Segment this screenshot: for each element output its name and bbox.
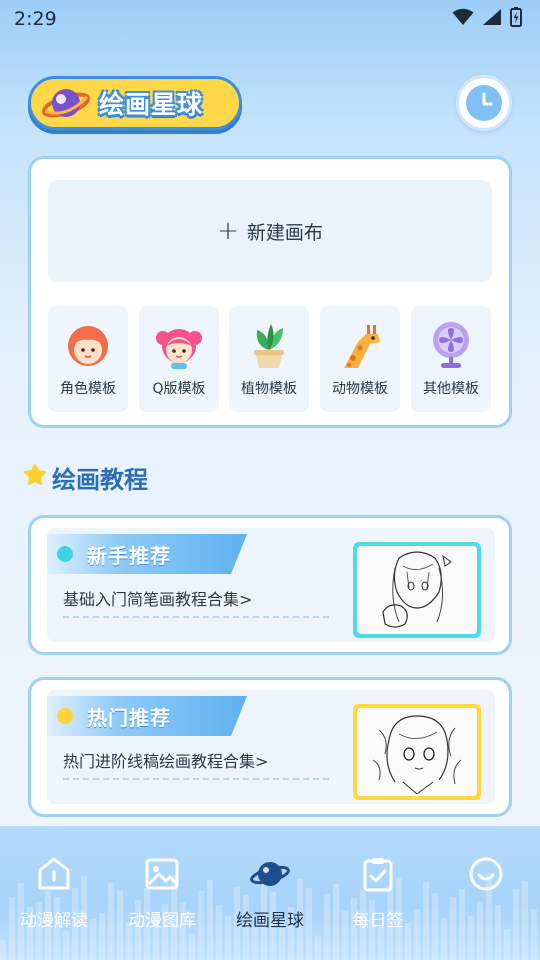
history-button[interactable] [456,75,512,131]
tutorial-thumbnail[interactable] [353,704,481,800]
template-plant[interactable]: 植物模板 [229,306,309,412]
equalizer-bar [378,926,384,960]
nav-label: 动漫解读 [20,911,88,931]
equalizer-bar [63,931,69,960]
template-label: 植物模板 [241,381,297,397]
equalizer-bar [189,933,195,960]
nav-label: 每日签 [352,911,404,931]
new-canvas-label: 新建画布 [246,221,323,244]
template-animal[interactable]: 动物模板 [320,306,400,412]
planet-icon [250,862,290,886]
equalizer-bar [468,916,474,960]
new-canvas-button[interactable]: + 新建画布 [48,180,492,282]
plus-icon: + [217,216,239,246]
section-title: 绘画教程 [52,466,148,494]
girl-face-icon [68,326,108,366]
equalizer-bar [495,905,501,960]
tutorial-tag: 新手推荐 [87,543,171,568]
clipboard-check-icon [363,858,393,892]
tutorial-link[interactable]: 热门进阶线稿绘画教程合集> [63,748,268,772]
clock-icon [466,85,502,121]
line-art-girl-image [359,548,475,632]
planet-astronaut-icon [41,89,91,118]
equalizer-bar [450,897,456,960]
tutorial-card-popular[interactable]: 热门推荐 热门进阶线稿绘画教程合集> [28,677,512,817]
signal-icon [483,9,501,25]
equalizer-bar [477,900,483,960]
nav-item-daily-sign[interactable]: 每日签 [324,854,432,931]
bottom-nav: 动漫解读 动漫图库 绘画星球 每日签 [0,826,540,960]
equalizer-bar [0,940,6,960]
tutorial-card-body: 新手推荐 基础入门简笔画教程合集> [47,528,495,642]
tutorial-card-beginner[interactable]: 新手推荐 基础入门简笔画教程合集> [28,515,512,655]
chibi-face-icon [156,329,202,369]
tutorial-thumbnail[interactable] [353,542,481,638]
equalizer-bar [441,918,447,960]
star-icon [24,464,46,485]
battery-icon [510,7,522,27]
smile-icon [469,857,503,891]
nav-label: 绘画星球 [236,911,304,931]
template-other[interactable]: 其他模板 [411,306,491,412]
equalizer-bar [315,935,321,960]
app-title: 绘画星球 [99,90,204,119]
tag-dot [57,708,73,724]
status-bar: 2:29 [0,0,540,38]
tutorial-link[interactable]: 基础入门简笔画教程合集> [63,586,252,610]
template-chibi[interactable]: Q版模板 [139,306,219,412]
giraffe-icon [344,325,380,368]
dashed-divider [63,778,329,780]
wifi-icon [452,8,474,25]
app-title-badge: 绘画星球 [28,76,242,130]
template-label: Q版模板 [152,381,206,397]
equalizer-bar [504,929,510,960]
dashed-divider [63,616,329,618]
template-character[interactable]: 角色模板 [48,306,128,412]
status-icons [452,7,522,27]
template-label: 动物模板 [332,381,388,397]
template-label: 角色模板 [60,381,116,397]
tutorial-tag-ribbon: 新手推荐 [47,534,247,574]
nav-item-drawing-planet[interactable]: 绘画星球 [216,854,324,931]
tutorial-card-body: 热门推荐 热门进阶线稿绘画教程合集> [47,690,495,804]
nav-label: 动漫图库 [128,911,196,931]
equalizer-bar [531,908,537,960]
template-label: 其他模板 [423,381,479,397]
nav-item-profile[interactable] [432,854,540,906]
line-art-portrait-image [359,710,475,794]
potted-plant-icon [254,324,284,368]
tutorial-tag-ribbon: 热门推荐 [47,696,247,736]
tutorial-tag: 热门推荐 [87,705,171,730]
tag-dot [57,546,73,562]
fan-icon [433,322,469,368]
image-icon [145,858,179,890]
status-time: 2:29 [14,8,57,30]
nav-item-anime-gallery[interactable]: 动漫图库 [108,854,216,931]
nav-item-anime-interpretation[interactable]: 动漫解读 [0,854,108,931]
home-icon [38,857,70,890]
